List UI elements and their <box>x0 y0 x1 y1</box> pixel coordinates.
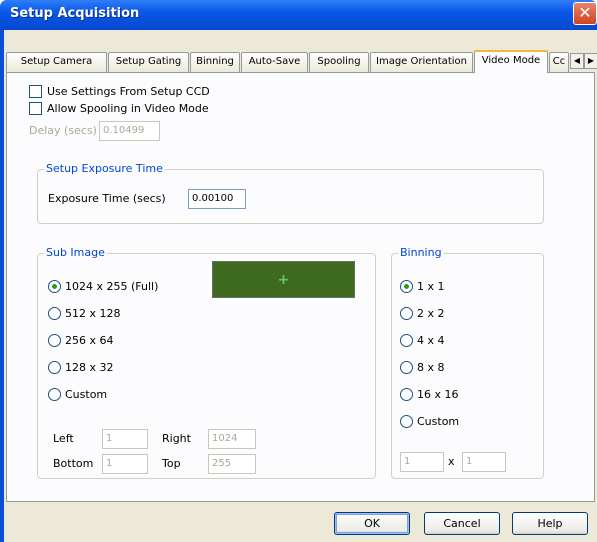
tab-strip: Setup Camera Setup Gating Binning Auto-S… <box>6 50 597 73</box>
radio-icon[interactable] <box>400 333 413 347</box>
preview-crosshair-icon: + <box>277 271 290 288</box>
binning-option-label: 2 x 2 <box>417 306 445 320</box>
binning-option-4x4[interactable]: 4 x 4 <box>400 332 445 348</box>
close-button[interactable]: ✕ <box>573 2 597 25</box>
tab-setup-camera[interactable]: Setup Camera <box>6 52 107 72</box>
binning-custom-sep: x <box>448 455 455 468</box>
radio-icon[interactable] <box>400 306 413 320</box>
delay-input[interactable]: 0.10499 <box>99 121 160 141</box>
allow-spooling-row[interactable]: Allow Spooling in Video Mode <box>29 100 209 116</box>
binning-custom-x-input[interactable]: 1 <box>400 452 444 472</box>
tab-setup-gating[interactable]: Setup Gating <box>108 52 189 72</box>
binning-option-2x2[interactable]: 2 x 2 <box>400 305 445 321</box>
binning-group-label: Binning <box>398 246 444 259</box>
binning-custom-y-input[interactable]: 1 <box>462 452 506 472</box>
tab-image-orientation[interactable]: Image Orientation <box>370 52 473 72</box>
sub-image-option-custom[interactable]: Custom <box>48 386 107 402</box>
left-input[interactable]: 1 <box>102 429 148 449</box>
top-input[interactable]: 255 <box>208 454 256 474</box>
use-settings-checkbox[interactable] <box>29 84 42 98</box>
radio-icon[interactable] <box>400 279 413 293</box>
tab-binning[interactable]: Binning <box>190 52 240 72</box>
radio-icon[interactable] <box>48 333 61 347</box>
sub-image-group-label: Sub Image <box>44 246 107 259</box>
binning-group: Binning 1 x 1 2 x 2 4 x 4 8 x 8 16 x 16 … <box>391 246 544 479</box>
exposure-label: Exposure Time (secs) <box>48 192 166 205</box>
left-label: Left <box>53 432 74 445</box>
binning-option-label: Custom <box>417 414 460 428</box>
bottom-label: Bottom <box>53 457 94 470</box>
top-label: Top <box>162 457 181 470</box>
sub-image-preview[interactable]: + <box>212 261 355 298</box>
use-settings-row[interactable]: Use Settings From Setup CCD <box>29 83 210 99</box>
tab-overflow[interactable]: Cc <box>549 52 569 72</box>
exposure-group-label: Setup Exposure Time <box>44 162 165 175</box>
delay-label: Delay (secs) <box>29 124 97 137</box>
exposure-group: Setup Exposure Time Exposure Time (secs)… <box>37 162 544 224</box>
radio-icon[interactable] <box>400 414 413 428</box>
sub-image-option-full[interactable]: 1024 x 255 (Full) <box>48 278 158 294</box>
allow-spooling-label: Allow Spooling in Video Mode <box>47 101 209 115</box>
sub-image-option-label: 512 x 128 <box>65 306 121 320</box>
sub-image-option-label: 128 x 32 <box>65 360 114 374</box>
sub-image-option-label: 256 x 64 <box>65 333 114 347</box>
tab-scroll-right-icon[interactable]: ▶ <box>584 53 597 69</box>
radio-icon[interactable] <box>400 360 413 374</box>
use-settings-label: Use Settings From Setup CCD <box>47 84 210 98</box>
sub-image-option-label: 1024 x 255 (Full) <box>65 279 159 293</box>
sub-image-option-label: Custom <box>65 387 108 401</box>
dialog-client: Setup Camera Setup Gating Binning Auto-S… <box>4 30 597 542</box>
sub-image-option-512[interactable]: 512 x 128 <box>48 305 121 321</box>
binning-option-label: 4 x 4 <box>417 333 445 347</box>
help-button[interactable]: Help <box>512 512 588 535</box>
setup-acquisition-dialog: Setup Acquisition ✕ Setup Camera Setup G… <box>0 0 597 542</box>
radio-icon[interactable] <box>48 360 61 374</box>
cancel-button[interactable]: Cancel <box>424 512 500 535</box>
allow-spooling-checkbox[interactable] <box>29 101 42 115</box>
video-mode-panel: Use Settings From Setup CCD Allow Spooli… <box>6 72 595 502</box>
tab-spooling[interactable]: Spooling <box>309 52 369 72</box>
ok-button[interactable]: OK <box>334 512 410 535</box>
right-label: Right <box>162 432 191 445</box>
window-title: Setup Acquisition <box>10 6 140 21</box>
radio-icon[interactable] <box>48 279 61 293</box>
sub-image-option-256[interactable]: 256 x 64 <box>48 332 114 348</box>
binning-option-1x1[interactable]: 1 x 1 <box>400 278 445 294</box>
binning-option-label: 8 x 8 <box>417 360 445 374</box>
binning-option-custom[interactable]: Custom <box>400 413 459 429</box>
title-bar[interactable]: Setup Acquisition ✕ <box>0 0 597 30</box>
bottom-input[interactable]: 1 <box>102 454 148 474</box>
binning-option-label: 1 x 1 <box>417 279 445 293</box>
sub-image-option-128[interactable]: 128 x 32 <box>48 359 114 375</box>
binning-option-16x16[interactable]: 16 x 16 <box>400 386 459 402</box>
radio-icon[interactable] <box>48 306 61 320</box>
radio-icon[interactable] <box>48 387 61 401</box>
right-input[interactable]: 1024 <box>208 429 256 449</box>
binning-option-8x8[interactable]: 8 x 8 <box>400 359 445 375</box>
sub-image-group: Sub Image + 1024 x 255 (Full) 512 x 128 … <box>37 246 376 479</box>
tab-video-mode[interactable]: Video Mode <box>474 50 548 73</box>
radio-icon[interactable] <box>400 387 413 401</box>
tab-auto-save[interactable]: Auto-Save <box>241 52 308 72</box>
tab-scroll-left-icon[interactable]: ◀ <box>570 53 584 69</box>
binning-option-label: 16 x 16 <box>417 387 459 401</box>
exposure-input[interactable]: 0.00100 <box>188 189 246 209</box>
